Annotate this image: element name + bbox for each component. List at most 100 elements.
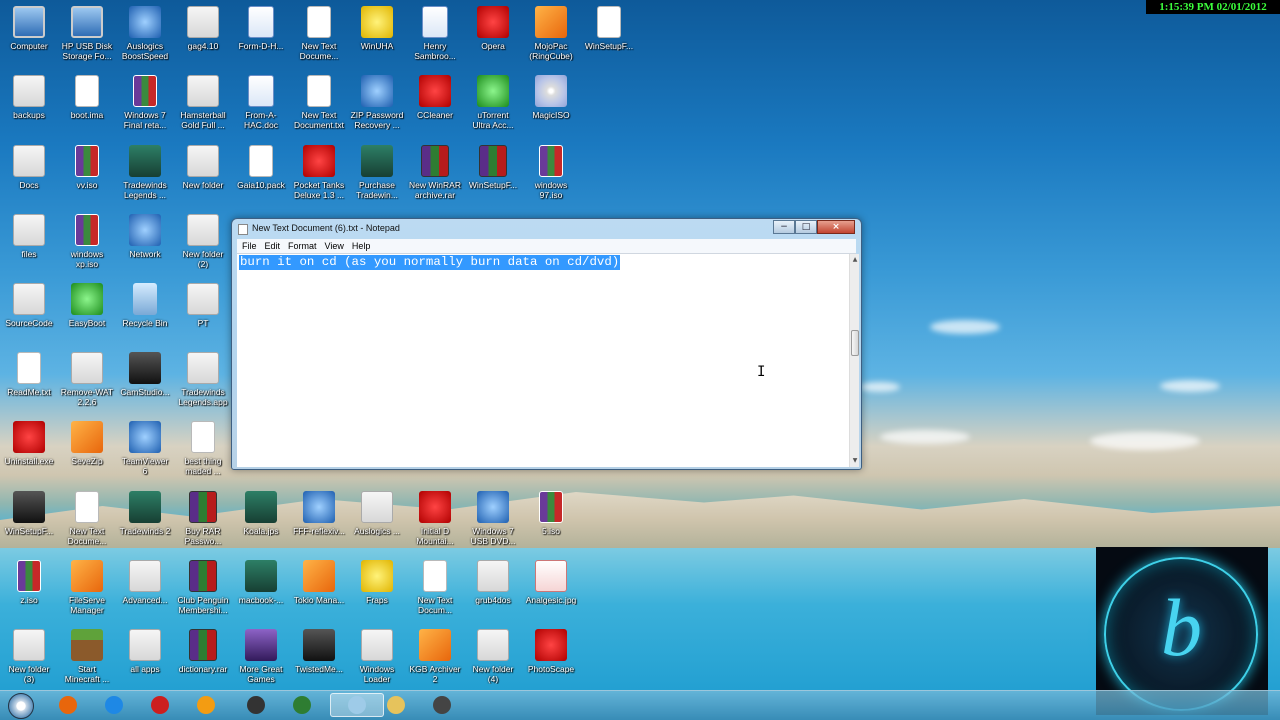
desktop-icon[interactable]: Start Minecraft ...: [57, 629, 117, 684]
desktop-icon[interactable]: SeveZip: [57, 421, 117, 466]
desktop-icon[interactable]: Tradewinds 2: [115, 491, 175, 536]
desktop-icon[interactable]: HP USB Disk Storage Fo...: [57, 6, 117, 61]
desktop-icon[interactable]: Computer: [0, 6, 59, 51]
desktop-icon[interactable]: vv.iso: [57, 145, 117, 190]
desktop-icon[interactable]: MojoPac (RingCube): [521, 6, 581, 61]
scroll-up-arrow-icon[interactable]: ▲: [851, 255, 859, 265]
desktop-icon[interactable]: WinSetupF...: [579, 6, 639, 51]
desktop-icon[interactable]: Auslogics ...: [347, 491, 407, 536]
desktop-icon[interactable]: Fraps: [347, 560, 407, 605]
taskbar-item-explorer[interactable]: [376, 693, 416, 717]
taskbar-item-unknown-app[interactable]: [422, 693, 462, 717]
desktop-icon[interactable]: New WinRAR archive.rar: [405, 145, 465, 200]
taskbar-item-opera[interactable]: [140, 693, 180, 717]
desktop-icon[interactable]: More Great Games: [231, 629, 291, 684]
desktop-icon[interactable]: KGB Archiver 2: [405, 629, 465, 684]
desktop-icon[interactable]: dictionary.rar: [173, 629, 233, 674]
close-button[interactable]: ×: [817, 220, 855, 234]
desktop-icon[interactable]: New Text Docum...: [405, 560, 465, 615]
desktop-icon[interactable]: Purchase Tradewin...: [347, 145, 407, 200]
desktop-icon[interactable]: ZIP Password Recovery ...: [347, 75, 407, 130]
scroll-thumb[interactable]: [851, 330, 859, 356]
desktop-icon[interactable]: PT: [173, 283, 233, 328]
desktop-icon[interactable]: New folder (4): [463, 629, 523, 684]
desktop-icon[interactable]: TwistedMe...: [289, 629, 349, 674]
desktop-icon[interactable]: New folder: [173, 145, 233, 190]
desktop-icon[interactable]: grub4dos: [463, 560, 523, 605]
desktop-icon[interactable]: all apps: [115, 629, 175, 674]
desktop-icon[interactable]: Advanced...: [115, 560, 175, 605]
taskbar-item-internet-explorer[interactable]: [94, 693, 134, 717]
taskbar-item-utorrent[interactable]: [282, 693, 322, 717]
vertical-scrollbar[interactable]: ▲ ▼: [849, 254, 859, 467]
desktop-icon[interactable]: Windows Loader: [347, 629, 407, 684]
desktop-icon[interactable]: WinUHA: [347, 6, 407, 51]
desktop-icon[interactable]: gag4.10: [173, 6, 233, 51]
desktop-icon[interactable]: New Text Docume...: [57, 491, 117, 546]
desktop-icon[interactable]: CCleaner: [405, 75, 465, 120]
desktop-icon[interactable]: Windows 7 USB DVD...: [463, 491, 523, 546]
desktop-icon[interactable]: Koala.jps: [231, 491, 291, 536]
desktop-icon[interactable]: 5.iso: [521, 491, 581, 536]
minimize-button[interactable]: −: [773, 220, 795, 234]
desktop-icon[interactable]: best thing maded ...: [173, 421, 233, 476]
desktop-icon[interactable]: Recycle Bin: [115, 283, 175, 328]
desktop-icon[interactable]: Tradewinds Legends ...: [115, 145, 175, 200]
desktop-icon[interactable]: Tokio Mana...: [289, 560, 349, 605]
desktop-icon[interactable]: Opera: [463, 6, 523, 51]
desktop-icon[interactable]: Gaia10.pack: [231, 145, 291, 190]
desktop-icon[interactable]: WinSetupF...: [0, 491, 59, 536]
desktop-icon[interactable]: Buy RAR Passwo...: [173, 491, 233, 546]
taskbar-item-firefox[interactable]: [48, 693, 88, 717]
desktop-icon[interactable]: New folder (3): [0, 629, 59, 684]
desktop-icon[interactable]: Uninstall.exe: [0, 421, 59, 466]
desktop-icon[interactable]: windows 97.iso: [521, 145, 581, 200]
desktop-icon[interactable]: Auslogics BoostSpeed: [115, 6, 175, 61]
desktop-icon[interactable]: MagicISO: [521, 75, 581, 120]
desktop-icon[interactable]: Club Penguin Membershi...: [173, 560, 233, 615]
desktop-icon[interactable]: WinSetupF...: [463, 145, 523, 190]
desktop-icon[interactable]: Windows 7 Final reta...: [115, 75, 175, 130]
desktop-icon[interactable]: Hamsterball Gold Full ...: [173, 75, 233, 130]
menu-view[interactable]: View: [323, 241, 350, 251]
desktop-icon[interactable]: FFF-reflexiv...: [289, 491, 349, 536]
desktop-icon[interactable]: EasyBoot: [57, 283, 117, 328]
desktop-icon[interactable]: Henry Sambroo...: [405, 6, 465, 61]
menu-file[interactable]: File: [240, 241, 263, 251]
selected-text[interactable]: burn it on cd (as you normally burn data…: [239, 255, 621, 270]
desktop-icon[interactable]: uTorrent Ultra Acc...: [463, 75, 523, 130]
desktop-icon[interactable]: files: [0, 214, 59, 259]
desktop-icon[interactable]: New folder (2): [173, 214, 233, 269]
maximize-button[interactable]: □: [795, 220, 817, 234]
desktop-icon[interactable]: Pocket Tanks Deluxe 1.3 ...: [289, 145, 349, 200]
taskbar-item-camstudio[interactable]: [236, 693, 276, 717]
desktop-icon[interactable]: Docs: [0, 145, 59, 190]
scroll-down-arrow-icon[interactable]: ▼: [851, 456, 859, 466]
desktop-icon[interactable]: Network: [115, 214, 175, 259]
menu-edit[interactable]: Edit: [263, 241, 287, 251]
desktop-icon[interactable]: boot.ima: [57, 75, 117, 120]
desktop-icon[interactable]: windows xp.iso: [57, 214, 117, 269]
desktop-icon[interactable]: Remove-WAT 2.2.6: [57, 352, 117, 407]
desktop-icon[interactable]: New Text Docume...: [289, 6, 349, 61]
desktop-icon[interactable]: CamStudio...: [115, 352, 175, 397]
desktop-icon[interactable]: TeamViewer 6: [115, 421, 175, 476]
desktop-icon[interactable]: Analgesic.jpg: [521, 560, 581, 605]
desktop-icon[interactable]: New Text Document.txt: [289, 75, 349, 130]
desktop-icon[interactable]: z.iso: [0, 560, 59, 605]
menu-help[interactable]: Help: [350, 241, 377, 251]
desktop-icon[interactable]: From-A- HAC.doc: [231, 75, 291, 130]
desktop-icon[interactable]: FileServe Manager: [57, 560, 117, 615]
desktop-icon[interactable]: macbook-...: [231, 560, 291, 605]
text-editor-area[interactable]: burn it on cd (as you normally burn data…: [237, 254, 849, 467]
desktop-icon[interactable]: Tradewinds Legends.app: [173, 352, 233, 407]
notepad-window[interactable]: New Text Document (6).txt - Notepad − □ …: [231, 218, 862, 470]
start-button[interactable]: [8, 693, 34, 719]
desktop-icon[interactable]: PhotoScape: [521, 629, 581, 674]
desktop-icon[interactable]: backups: [0, 75, 59, 120]
taskbar-item-media-player[interactable]: [186, 693, 226, 717]
desktop-icon[interactable]: Form-D-H...: [231, 6, 291, 51]
desktop-icon[interactable]: ReadMe.txt: [0, 352, 59, 397]
desktop-icon[interactable]: Initial D Mountai...: [405, 491, 465, 546]
menu-format[interactable]: Format: [286, 241, 323, 251]
